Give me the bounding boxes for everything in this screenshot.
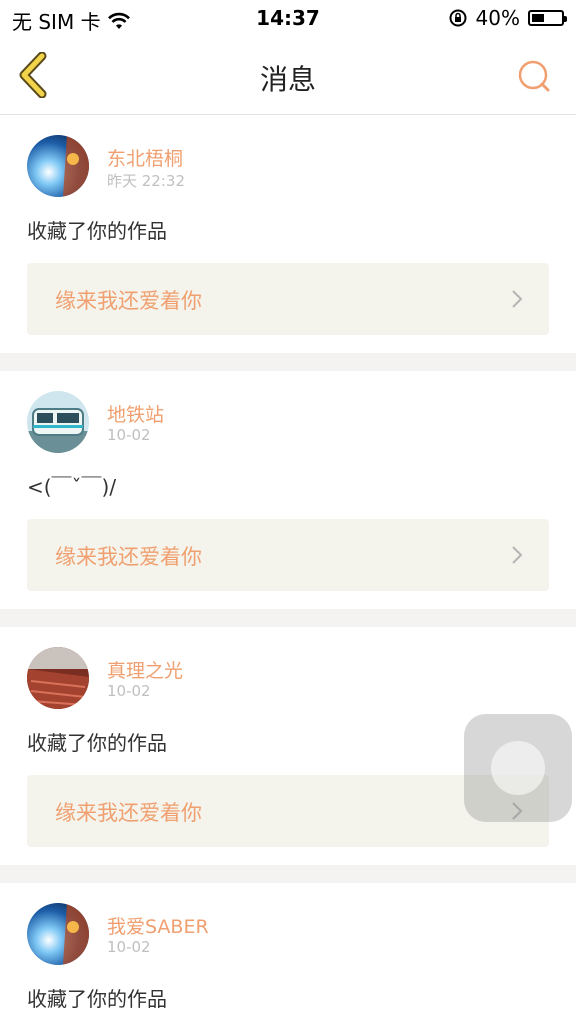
divider [0,865,576,883]
rotation-lock-icon [449,9,467,27]
chevron-right-icon [512,290,523,308]
message-header: 地铁站 10-02 [27,371,549,461]
username[interactable]: 真理之光 [107,656,183,683]
username[interactable]: 地铁站 [107,400,164,427]
message-item: 地铁站 10-02 <(￣ˇ￣)/ 缘来我还爱着你 [0,371,576,609]
work-title: 缘来我还爱着你 [55,801,202,825]
message-time: 10-02 [107,682,151,700]
message-time: 10-02 [107,938,151,956]
battery-percent: 40% [475,6,520,30]
page-title: 消息 [259,63,316,96]
battery-icon [528,10,567,26]
divider [0,609,576,627]
message-item: 我爱SABER 10-02 收藏了你的作品 [0,883,576,1013]
message-header: 我爱SABER 10-02 [27,883,549,973]
work-title: 缘来我还爱着你 [55,289,202,313]
divider [0,353,576,371]
message-time: 昨天 22:32 [107,172,185,190]
assistive-touch-button[interactable] [464,714,572,822]
chevron-right-icon [512,546,523,564]
message-item: 东北梧桐 昨天 22:32 收藏了你的作品 缘来我还爱着你 [0,115,576,353]
avatar[interactable] [27,391,89,453]
status-right: 40% [448,6,567,30]
assistive-touch-dot [491,741,545,795]
message-header: 东北梧桐 昨天 22:32 [27,115,549,205]
work-link[interactable]: 缘来我还爱着你 [27,519,549,591]
message-header: 真理之光 10-02 [27,627,549,717]
status-bar: 无 SIM 卡 14:37 40% [0,0,576,38]
username[interactable]: 东北梧桐 [107,144,183,171]
work-title: 缘来我还爱着你 [55,545,202,569]
nav-bar: 消息 [0,38,576,115]
avatar[interactable] [27,647,89,709]
search-icon[interactable] [516,58,552,94]
work-link[interactable]: 缘来我还爱着你 [27,263,549,335]
message-content: 收藏了你的作品 [27,219,167,243]
message-time: 10-02 [107,426,151,444]
avatar[interactable] [27,135,89,197]
message-content: <(￣ˇ￣)/ [27,475,117,499]
username[interactable]: 我爱SABER [107,912,209,939]
message-list: 东北梧桐 昨天 22:32 收藏了你的作品 缘来我还爱着你 地铁站 10-02 … [0,115,576,1013]
avatar[interactable] [27,903,89,965]
message-content: 收藏了你的作品 [27,987,167,1011]
